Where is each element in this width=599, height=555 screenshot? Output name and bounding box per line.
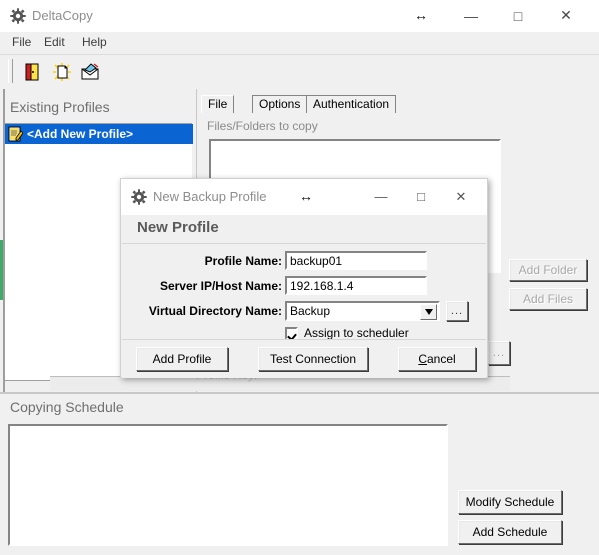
dialog-gear-icon — [131, 189, 147, 205]
dialog-minimize-button[interactable]: — — [361, 179, 401, 214]
new-backup-profile-dialog: New Backup Profile ↔ — □ ✕ New Profile P… — [120, 178, 488, 378]
cancel-accelerator: C — [418, 352, 427, 366]
profile-name-label: Profile Name: — [204, 254, 282, 268]
server-host-label: Server IP/Host Name: — [159, 279, 282, 293]
tab-options[interactable]: Options — [252, 95, 308, 114]
assign-to-scheduler-row[interactable]: Assign to scheduler — [285, 326, 409, 340]
left-scrollbar-thumb[interactable] — [0, 240, 3, 300]
list-item[interactable]: <Add New Profile> — [5, 124, 193, 144]
chevron-down-icon[interactable] — [420, 304, 437, 320]
left-scrollbar-track[interactable] — [3, 89, 5, 392]
menu-item-file[interactable]: File — [6, 34, 37, 50]
window-close-button[interactable]: ✕ — [543, 0, 589, 31]
modify-schedule-button[interactable]: Modify Schedule — [458, 490, 562, 514]
notepad-pencil-icon — [7, 126, 24, 142]
add-files-button[interactable]: Add Files — [509, 288, 587, 310]
virtual-directory-browse-button[interactable]: ... — [446, 301, 468, 321]
new-document-icon[interactable] — [52, 62, 72, 82]
existing-profiles-heading: Existing Profiles — [10, 99, 110, 115]
profile-key-browse-button[interactable]: ... — [488, 341, 510, 365]
dialog-heading: New Profile — [137, 219, 219, 236]
copying-schedule-list[interactable] — [8, 424, 448, 546]
tab-authentication[interactable]: Authentication — [306, 95, 397, 114]
toolbar-grip[interactable] — [8, 59, 13, 83]
toolbar — [0, 54, 599, 90]
add-folder-button[interactable]: Add Folder — [509, 259, 587, 281]
menu-item-help[interactable]: Help — [76, 34, 113, 50]
menu-bar: File Edit Help — [0, 32, 599, 52]
virtual-directory-value: Backup — [290, 304, 331, 318]
dialog-form: Profile Name: backup01 Server IP/Host Na… — [122, 243, 486, 340]
deltacopy-window: DeltaCopy ↔ — □ ✕ File Edit Help Existin… — [0, 0, 599, 555]
horizontal-resize-cursor-icon: ↔ — [414, 7, 428, 23]
window-title: DeltaCopy — [32, 8, 93, 23]
dialog-close-button[interactable]: ✕ — [441, 179, 481, 214]
dialog-title-bar: New Backup Profile ↔ — □ ✕ — [121, 179, 487, 215]
exit-door-icon[interactable] — [22, 62, 42, 82]
virtual-directory-select[interactable]: Backup — [285, 301, 440, 321]
window-maximize-button[interactable]: □ — [495, 0, 541, 31]
cancel-button[interactable]: Cancel — [398, 347, 476, 371]
profile-name-input[interactable]: backup01 — [285, 251, 427, 270]
test-connection-button[interactable]: Test Connection — [258, 347, 368, 371]
files-folders-caption: Files/Folders to copy — [207, 119, 318, 133]
virtual-directory-label: Virtual Directory Name: — [148, 304, 282, 318]
dialog-footer: Add Profile Test Connection Cancel — [122, 339, 486, 378]
tab-file-list[interactable]: File List — [201, 95, 235, 128]
list-item-label: <Add New Profile> — [27, 127, 134, 141]
app-gear-icon — [10, 8, 26, 24]
assign-to-scheduler-checkbox[interactable] — [285, 326, 298, 340]
copying-schedule-heading: Copying Schedule — [10, 399, 124, 415]
server-host-input[interactable]: 192.168.1.4 — [285, 276, 427, 295]
window-minimize-button[interactable]: — — [448, 0, 494, 31]
title-bar: DeltaCopy ↔ — □ ✕ — [0, 0, 599, 32]
cancel-label-rest: ancel — [426, 352, 456, 366]
dialog-maximize-button[interactable]: □ — [401, 179, 441, 214]
assign-to-scheduler-label: Assign to scheduler — [304, 326, 409, 340]
horizontal-divider — [0, 392, 599, 394]
dialog-title: New Backup Profile — [153, 189, 267, 204]
add-schedule-button[interactable]: Add Schedule — [458, 520, 562, 544]
menu-item-edit[interactable]: Edit — [38, 34, 71, 50]
dialog-horizontal-resize-cursor-icon: ↔ — [299, 188, 313, 204]
profile-key-row — [50, 376, 510, 391]
add-profile-button[interactable]: Add Profile — [136, 347, 228, 371]
email-envelope-icon[interactable] — [80, 62, 100, 82]
